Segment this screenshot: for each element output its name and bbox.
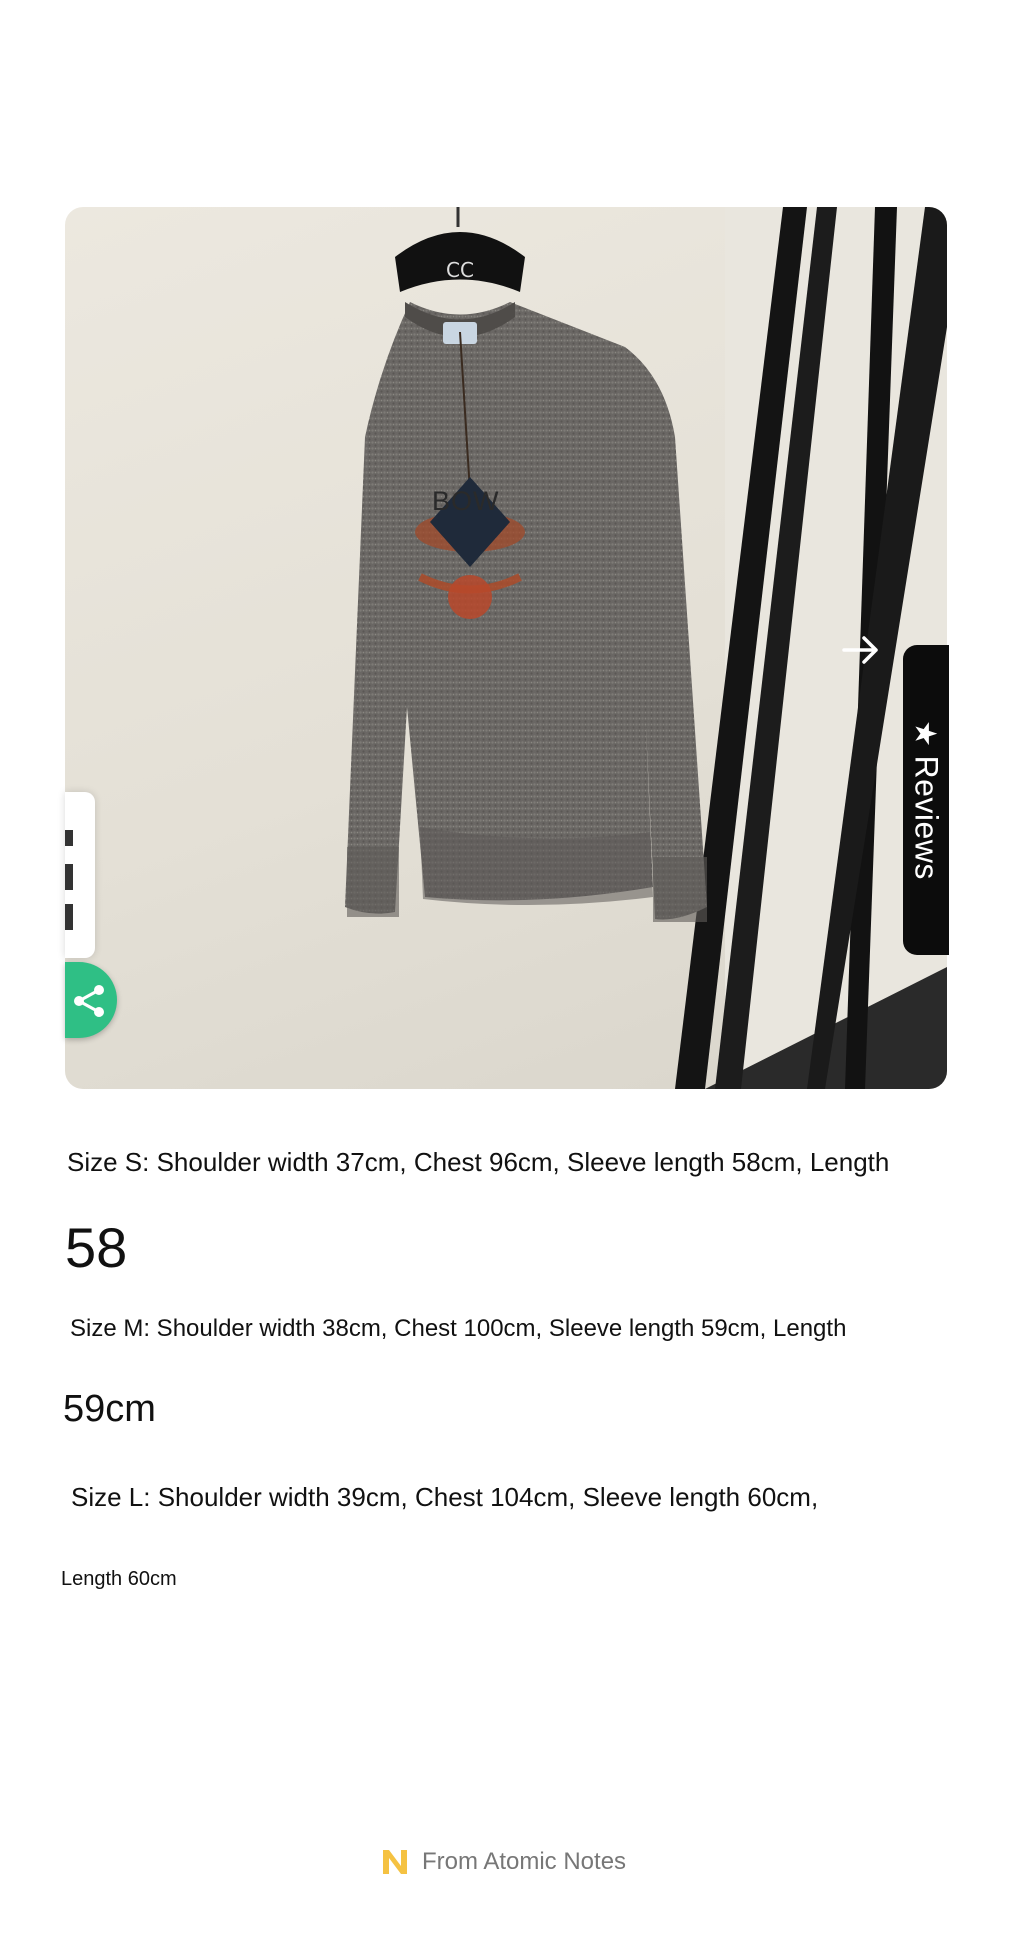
- tab-glyph: [65, 904, 73, 930]
- reviews-tab-content: ★ Reviews: [908, 720, 945, 880]
- product-image[interactable]: CC: [65, 207, 947, 1089]
- size-s-text: Size S: Shoulder width 37cm, Chest 96cm,…: [67, 1147, 890, 1177]
- share-side-tab[interactable]: [65, 792, 95, 958]
- tab-glyph: [65, 830, 73, 846]
- atomic-notes-logo: [383, 1850, 407, 1874]
- reviews-tab[interactable]: ★ Reviews: [903, 645, 949, 955]
- tab-glyph: [65, 864, 73, 890]
- sweater-photo: CC: [345, 207, 947, 1089]
- reviews-label: Reviews: [908, 755, 945, 880]
- arrow-right-icon[interactable]: [838, 627, 884, 673]
- size-l-text: Size L: Shoulder width 39cm, Chest 104cm…: [71, 1482, 819, 1512]
- svg-text:CC: CC: [446, 258, 474, 282]
- size-s-length: 58: [65, 1216, 128, 1279]
- footer-text: From Atomic Notes: [422, 1848, 627, 1875]
- size-m-text: Size M: Shoulder width 38cm, Chest 100cm…: [70, 1315, 847, 1342]
- star-icon: ★: [908, 720, 942, 748]
- product-detail-page: CC BOW ★Reviews Size S: Shoulder width 3…: [0, 0, 1018, 1960]
- tag-label: BOW: [432, 486, 500, 516]
- size-m-length: 59cm: [63, 1388, 156, 1430]
- share-icon: [74, 985, 104, 1017]
- size-l-length: Length 60cm: [61, 1568, 177, 1590]
- footer-attribution[interactable]: From Atomic Notes: [380, 1844, 626, 1880]
